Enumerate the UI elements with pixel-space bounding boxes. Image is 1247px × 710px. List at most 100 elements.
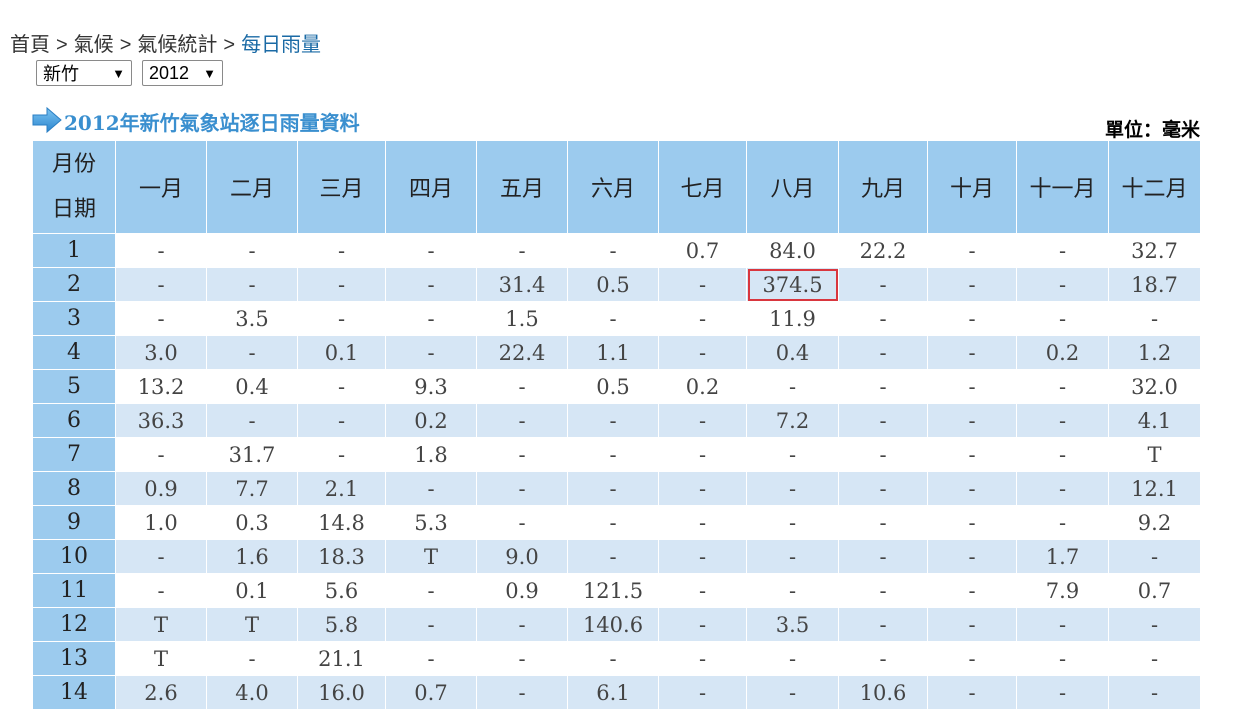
rainfall-cell: 0.2	[385, 403, 477, 438]
month-header: 四月	[385, 140, 477, 234]
rainfall-cell: -	[1108, 607, 1201, 642]
rainfall-cell: -	[1016, 471, 1109, 506]
rainfall-cell: 3.5	[746, 607, 839, 642]
rainfall-cell: -	[1016, 505, 1109, 540]
rainfall-cell: -	[567, 539, 659, 574]
rainfall-cell: -	[658, 267, 747, 302]
rainfall-cell: 18.7	[1108, 267, 1201, 302]
rainfall-cell: 2.6	[115, 675, 207, 710]
rainfall-cell: 121.5	[567, 573, 659, 608]
month-header: 六月	[567, 140, 659, 234]
rainfall-cell: -	[567, 471, 659, 506]
rainfall-cell: 12.1	[1108, 471, 1201, 506]
rainfall-cell: -	[927, 641, 1017, 676]
table-row: 13 T -21.1- - - - - - - - -	[32, 641, 1201, 676]
rainfall-cell: -	[658, 437, 747, 472]
rainfall-cell: -	[838, 471, 928, 506]
rainfall-cell: -	[1016, 233, 1109, 268]
rainfall-cell: -	[476, 437, 568, 472]
rainfall-cell: -	[838, 539, 928, 574]
rainfall-cell: 0.7	[658, 233, 747, 268]
rainfall-cell: 5.3	[385, 505, 477, 540]
rainfall-cell: 18.3	[297, 539, 386, 574]
month-header: 十二月	[1108, 140, 1201, 234]
rainfall-cell: 0.1	[297, 335, 386, 370]
rainfall-cell: -	[1016, 607, 1109, 642]
rainfall-cell: -	[927, 607, 1017, 642]
rainfall-cell: 0.5	[567, 369, 659, 404]
month-axis-label: 月份	[51, 151, 96, 177]
rainfall-cell: 140.6	[567, 607, 659, 642]
rainfall-cell: 22.2	[838, 233, 928, 268]
rainfall-cell: -	[115, 267, 207, 302]
rainfall-cell: -	[658, 301, 747, 336]
arrow-right-icon	[32, 106, 62, 134]
rainfall-cell: 1.5	[476, 301, 568, 336]
rainfall-cell: -	[476, 505, 568, 540]
breadcrumb: 首頁 > 氣候 > 氣候統計 > 每日雨量	[10, 28, 321, 57]
table-row: 1- - - - - -0.7 84.0 22.2- -32.7	[32, 233, 1201, 268]
rainfall-cell: 0.7	[1108, 573, 1201, 608]
table-row: 2- - - -31.4 0.5-374.5- - -18.7	[32, 267, 1201, 302]
rainfall-cell: -	[838, 267, 928, 302]
rainfall-cell: -	[297, 301, 386, 336]
rainfall-cell: 1.2	[1108, 335, 1201, 370]
rainfall-cell: -	[297, 233, 386, 268]
rainfall-cell: -	[1108, 675, 1201, 710]
table-row: 12 T T 5.8- -140.6-3.5- - - -	[32, 607, 1201, 642]
rainfall-cell: 16.0	[297, 675, 386, 710]
rainfall-cell: -	[206, 403, 298, 438]
rainfall-cell: -	[658, 471, 747, 506]
rainfall-cell: 13.2	[115, 369, 207, 404]
rainfall-cell: -	[927, 403, 1017, 438]
rainfall-cell: 4.1	[1108, 403, 1201, 438]
rainfall-cell: 9.3	[385, 369, 477, 404]
rainfall-cell: -	[658, 675, 747, 710]
rainfall-cell: -	[385, 335, 477, 370]
day-cell: 4	[32, 335, 116, 370]
highlighted-rainfall-cell: 374.5	[746, 267, 839, 302]
caret-down-icon: ▼	[112, 65, 125, 81]
daily-rainfall-table: 月份 日期 一月 二月 三月 四月 五月 六月 七月 八月 九月 十月 十一月 …	[32, 140, 1201, 710]
rainfall-cell: -	[1016, 437, 1109, 472]
rainfall-cell: -	[1016, 301, 1109, 336]
rainfall-cell: 9.0	[476, 539, 568, 574]
table-body: 1- - - - - -0.7 84.0 22.2- -32.7 2- - - -31.4 0.5-374…	[32, 233, 1201, 710]
rainfall-cell: 32.7	[1108, 233, 1201, 268]
rainfall-cell: -	[206, 641, 298, 676]
rainfall-cell: T	[115, 607, 207, 642]
day-cell: 5	[32, 369, 116, 404]
rainfall-cell: 0.2	[1016, 335, 1109, 370]
table-row: 11-0.1 5.6-0.9 121.5- - - -7.9 0.7	[32, 573, 1201, 608]
station-select[interactable]: 新竹 ▼	[36, 60, 132, 86]
table-row: 8 0.9 7.7 2.1- - - - - - - -12.1	[32, 471, 1201, 506]
day-cell: 10	[32, 539, 116, 574]
rainfall-cell: -	[567, 641, 659, 676]
rainfall-cell: 5.8	[297, 607, 386, 642]
month-header: 十月	[927, 140, 1017, 234]
year-select[interactable]: 2012 ▼	[142, 60, 223, 86]
breadcrumb-home-link[interactable]: 首頁	[10, 34, 50, 56]
rainfall-cell: -	[385, 267, 477, 302]
report-header: 2012年新竹氣象站逐日雨量資料 單位：毫米	[32, 104, 1200, 141]
rainfall-cell: -	[385, 301, 477, 336]
breadcrumb-climate-stats-link[interactable]: 氣候統計	[137, 34, 217, 56]
rainfall-cell: -	[927, 301, 1017, 336]
rainfall-cell: -	[658, 573, 747, 608]
breadcrumb-separator: >	[223, 34, 236, 56]
rainfall-cell: -	[115, 573, 207, 608]
day-cell: 13	[32, 641, 116, 676]
rainfall-cell: -	[1016, 675, 1109, 710]
rainfall-cell: -	[746, 675, 839, 710]
breadcrumb-climate-link[interactable]: 氣候	[74, 34, 114, 56]
rainfall-cell: -	[1016, 267, 1109, 302]
rainfall-cell: -	[297, 437, 386, 472]
day-cell: 3	[32, 301, 116, 336]
rainfall-cell: -	[476, 641, 568, 676]
rainfall-cell: 0.3	[206, 505, 298, 540]
rainfall-cell: -	[567, 301, 659, 336]
rainfall-cell: -	[658, 641, 747, 676]
rainfall-cell: 1.8	[385, 437, 477, 472]
rainfall-cell: 3.0	[115, 335, 207, 370]
rainfall-cell: T	[385, 539, 477, 574]
